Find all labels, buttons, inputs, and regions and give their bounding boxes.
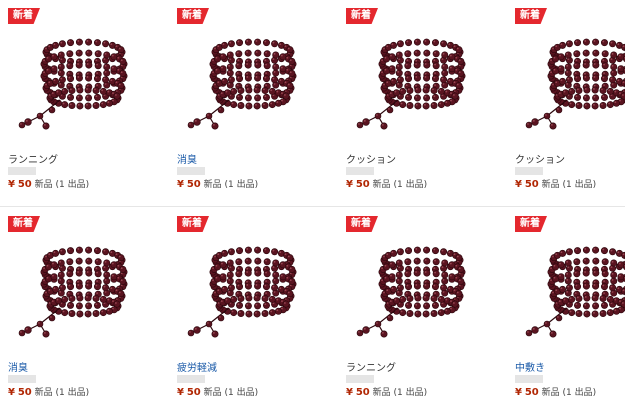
new-badge: 新着 [346, 216, 378, 232]
condition-label: 新品 [203, 388, 222, 398]
product-card[interactable]: 新着 消臭 ¥ 50 新品 (1 出品) [169, 0, 337, 204]
product-title[interactable]: 中敷き [515, 359, 545, 374]
product-image-bead-bracelet[interactable] [169, 30, 337, 130]
price-value: 50 [186, 179, 201, 190]
product-card[interactable]: 新着 ランニング ¥ 50 新品 (1 出品) [338, 208, 506, 412]
product-title[interactable]: ランニング [8, 151, 58, 166]
new-badge: 新着 [8, 216, 40, 232]
offers-count[interactable]: (1 出品) [394, 180, 428, 190]
product-image-bead-bracelet[interactable] [507, 30, 625, 130]
product-image-bead-bracelet[interactable] [169, 238, 337, 338]
condition-label: 新品 [541, 388, 560, 398]
product-image-bead-bracelet[interactable] [338, 30, 506, 130]
condition-label: 新品 [372, 180, 391, 190]
price-line: ¥ 50 新品 (1 出品) [515, 177, 596, 190]
offers-count[interactable]: (1 出品) [563, 388, 597, 398]
product-card[interactable]: 新着 中敷き ¥ 50 新品 (1 出品) [507, 208, 625, 412]
offers-count[interactable]: (1 出品) [563, 180, 597, 190]
offers-count[interactable]: (1 出品) [394, 388, 428, 398]
offers-count[interactable]: (1 出品) [225, 180, 259, 190]
new-badge: 新着 [8, 8, 40, 24]
price-line: ¥ 50 新品 (1 出品) [8, 385, 89, 398]
price-value: 50 [186, 387, 201, 398]
product-subtitle [177, 167, 205, 175]
price-currency: ¥ [515, 387, 522, 398]
condition-label: 新品 [541, 180, 560, 190]
product-image-bead-bracelet[interactable] [0, 30, 168, 130]
product-subtitle [8, 375, 36, 383]
product-card[interactable]: 新着 クッション ¥ 50 新品 (1 出品) [338, 0, 506, 204]
product-subtitle [346, 167, 374, 175]
product-card[interactable]: 新着 消臭 ¥ 50 新品 (1 出品) [0, 208, 168, 412]
price-value: 50 [17, 387, 32, 398]
product-image-bead-bracelet[interactable] [338, 238, 506, 338]
price-line: ¥ 50 新品 (1 出品) [8, 177, 89, 190]
price-value: 50 [355, 179, 370, 190]
product-title[interactable]: 消臭 [8, 359, 28, 374]
price-value: 50 [524, 179, 539, 190]
new-badge: 新着 [177, 8, 209, 24]
condition-label: 新品 [34, 180, 53, 190]
price-line: ¥ 50 新品 (1 出品) [346, 177, 427, 190]
product-subtitle [346, 375, 374, 383]
price-currency: ¥ [346, 179, 353, 190]
new-badge: 新着 [346, 8, 378, 24]
product-subtitle [515, 375, 543, 383]
price-currency: ¥ [346, 387, 353, 398]
condition-label: 新品 [203, 180, 222, 190]
offers-count[interactable]: (1 出品) [56, 180, 90, 190]
product-subtitle [8, 167, 36, 175]
product-subtitle [177, 375, 205, 383]
product-image-bead-bracelet[interactable] [507, 238, 625, 338]
price-line: ¥ 50 新品 (1 出品) [346, 385, 427, 398]
price-value: 50 [355, 387, 370, 398]
product-card[interactable]: 新着 疲労軽減 ¥ 50 新品 (1 出品) [169, 208, 337, 412]
price-currency: ¥ [177, 179, 184, 190]
row-divider [0, 206, 625, 207]
product-card[interactable]: 新着 ランニング ¥ 50 新品 (1 出品) [0, 0, 168, 204]
new-badge: 新着 [177, 216, 209, 232]
product-title[interactable]: クッション [515, 151, 565, 166]
price-value: 50 [524, 387, 539, 398]
condition-label: 新品 [34, 388, 53, 398]
price-line: ¥ 50 新品 (1 出品) [515, 385, 596, 398]
product-image-bead-bracelet[interactable] [0, 238, 168, 338]
price-currency: ¥ [8, 179, 15, 190]
offers-count[interactable]: (1 出品) [56, 388, 90, 398]
price-line: ¥ 50 新品 (1 出品) [177, 385, 258, 398]
new-badge: 新着 [515, 216, 547, 232]
product-title[interactable]: 疲労軽減 [177, 359, 217, 374]
product-card[interactable]: 新着 クッション ¥ 50 新品 (1 出品) [507, 0, 625, 204]
price-currency: ¥ [177, 387, 184, 398]
new-badge: 新着 [515, 8, 547, 24]
product-title[interactable]: クッション [346, 151, 396, 166]
offers-count[interactable]: (1 出品) [225, 388, 259, 398]
price-line: ¥ 50 新品 (1 出品) [177, 177, 258, 190]
price-currency: ¥ [8, 387, 15, 398]
product-title[interactable]: ランニング [346, 359, 396, 374]
price-currency: ¥ [515, 179, 522, 190]
product-subtitle [515, 167, 543, 175]
product-grid: 新着 ランニング ¥ 50 新品 (1 出品) 新着 消臭 ¥ 50 新品 (1… [0, 0, 625, 415]
product-title[interactable]: 消臭 [177, 151, 197, 166]
condition-label: 新品 [372, 388, 391, 398]
price-value: 50 [17, 179, 32, 190]
